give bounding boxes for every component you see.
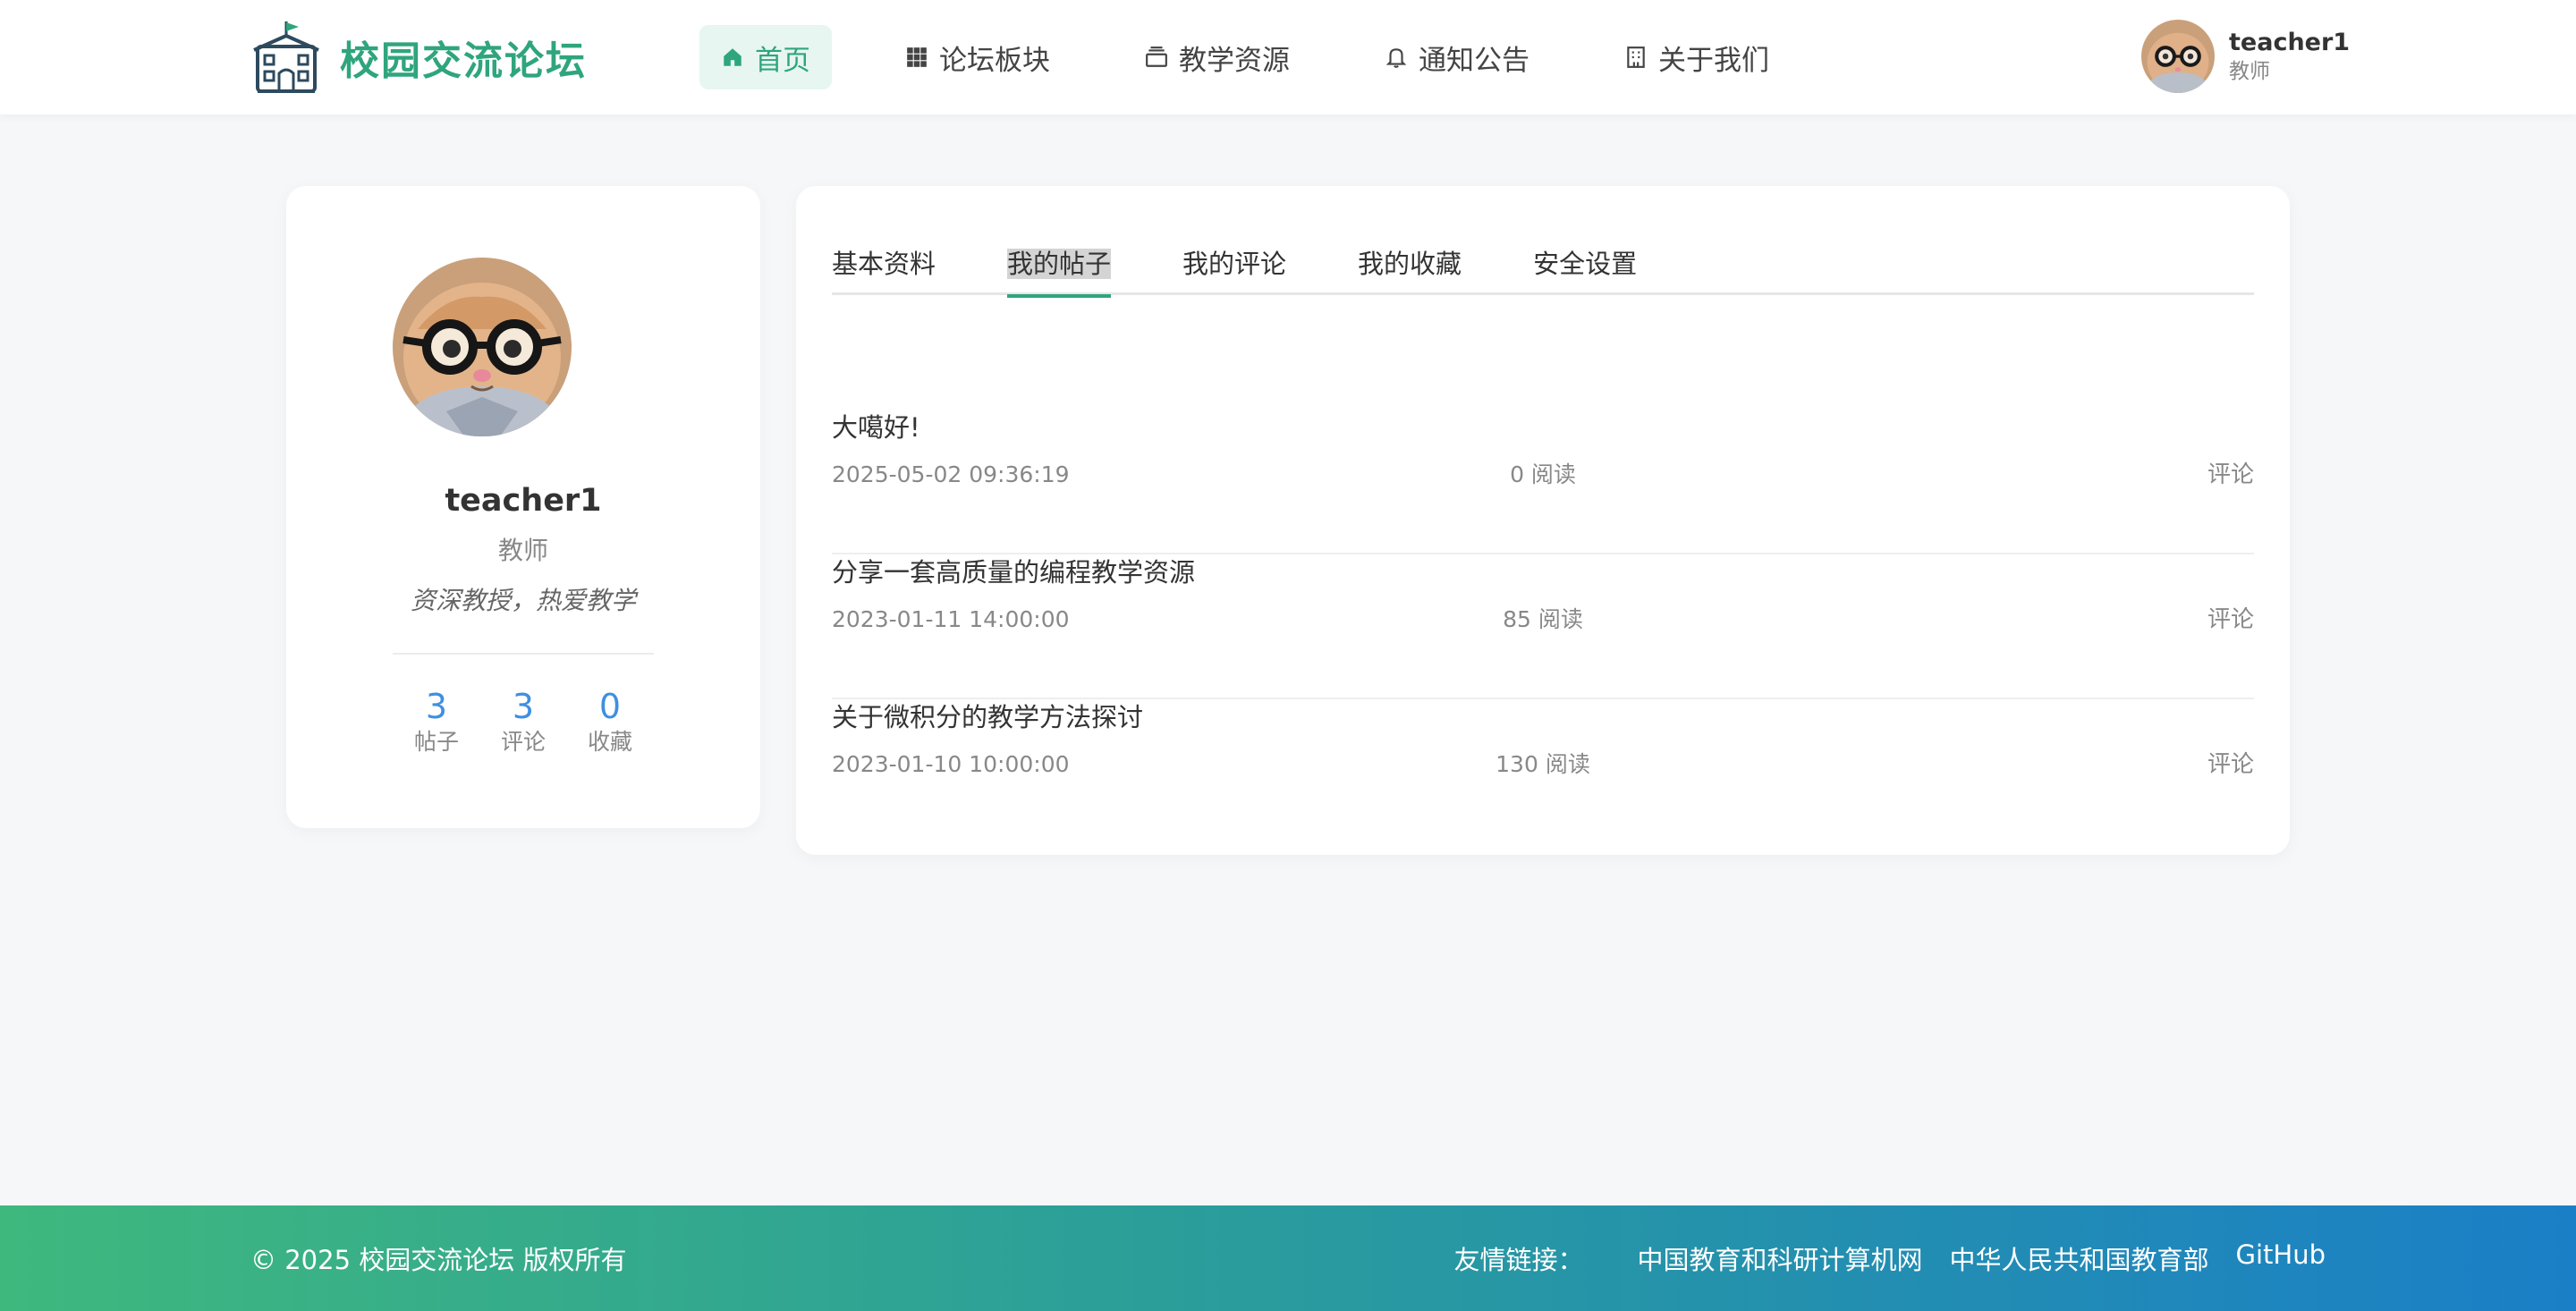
- stat-posts[interactable]: 3 帖子: [394, 687, 480, 758]
- post-views: 85 阅读: [1503, 606, 1583, 632]
- home-icon: [724, 48, 741, 66]
- profile-card: teacher1 教师 资深教授，热爱教学 3 帖子 3 评论 0 收藏: [286, 186, 760, 828]
- profile-bio: 资深教授，热爱教学: [410, 586, 636, 615]
- profile-stats: 3 帖子 3 评论 0 收藏: [286, 687, 760, 758]
- profile-avatar: [393, 258, 572, 436]
- post-title[interactable]: 大噶好!: [832, 410, 920, 445]
- site-logo[interactable]: 校园交流论坛: [250, 20, 587, 95]
- nav-about-us-label: 关于我们: [1658, 44, 1769, 77]
- nav-announcements-label: 通知公告: [1419, 44, 1530, 77]
- main-nav: 首页 论坛板块 教学资源 通知公告 关于我们: [699, 25, 1843, 89]
- post-item: 关于微积分的教学方法探讨 2023-01-10 10:00:00 130 阅读 …: [832, 699, 2254, 844]
- profile-tabs: 基本资料 我的帖子 我的评论 我的收藏 安全设置: [832, 236, 2254, 298]
- nav-about-us[interactable]: 关于我们: [1603, 25, 1791, 89]
- footer-link-github[interactable]: GitHub: [2236, 1239, 2326, 1277]
- profile-divider: [393, 653, 654, 655]
- nav-teaching-resources[interactable]: 教学资源: [1123, 25, 1311, 89]
- post-comment-link[interactable]: 评论: [2207, 749, 2254, 780]
- tab-my-comments[interactable]: 我的评论: [1182, 236, 1286, 295]
- tab-my-favorites-label: 我的收藏: [1358, 249, 1462, 279]
- nav-forum-sections-label: 论坛板块: [939, 44, 1050, 77]
- footer-copyright: © 2025 校园交流论坛 版权所有: [250, 1245, 627, 1275]
- top-header: 校园交流论坛 首页 论坛板块 教学资源 通知公告 关于我们 teacher1 教…: [0, 0, 2576, 114]
- bell-icon: [1385, 48, 1407, 68]
- nav-home[interactable]: 首页: [699, 25, 832, 89]
- nav-home-label: 首页: [755, 44, 810, 77]
- nav-forum-sections[interactable]: 论坛板块: [884, 25, 1072, 89]
- footer-link-cernet[interactable]: 中国教育和科研计算机网: [1637, 1239, 1922, 1277]
- stat-favorites[interactable]: 0 收藏: [567, 687, 654, 758]
- tab-basic-info-label: 基本资料: [832, 249, 936, 279]
- nav-teaching-resources-label: 教学资源: [1179, 44, 1290, 77]
- footer-links-label: 友情链接：: [1453, 1245, 1584, 1275]
- header-user-role: 教师: [2229, 60, 2270, 83]
- building-icon: [1627, 47, 1645, 68]
- page-footer: © 2025 校园交流论坛 版权所有 友情链接： 中国教育和科研计算机网 中华人…: [0, 1205, 2576, 1311]
- post-item: 分享一套高质量的编程教学资源 2023-01-11 14:00:00 85 阅读…: [832, 554, 2254, 699]
- user-avatar: [2141, 20, 2215, 93]
- stat-comments[interactable]: 3 评论: [480, 687, 567, 758]
- post-views: 130 阅读: [1496, 751, 1590, 777]
- layers-icon: [1146, 47, 1167, 67]
- post-comment-link[interactable]: 评论: [2207, 460, 2254, 490]
- nav-announcements[interactable]: 通知公告: [1363, 25, 1551, 89]
- footer-links: 友情链接： 中国教育和科研计算机网 中华人民共和国教育部 GitHub: [1453, 1239, 2326, 1277]
- post-comment-link[interactable]: 评论: [2207, 605, 2254, 635]
- tab-security-settings[interactable]: 安全设置: [1533, 236, 1637, 295]
- profile-username: teacher1: [445, 483, 602, 519]
- profile-role: 教师: [497, 536, 548, 565]
- tab-my-posts-label: 我的帖子: [1007, 249, 1112, 279]
- content-card: 基本资料 我的帖子 我的评论 我的收藏 安全设置 大噶好! 2025-05-02…: [796, 186, 2290, 855]
- stat-posts-value: 3: [425, 687, 448, 726]
- stat-favorites-value: 0: [598, 687, 622, 726]
- grid-icon: [907, 47, 927, 67]
- header-username: teacher1: [2229, 29, 2351, 56]
- site-title: 校园交流论坛: [340, 38, 587, 84]
- stat-posts-label: 帖子: [413, 729, 459, 755]
- post-title[interactable]: 关于微积分的教学方法探讨: [832, 699, 1143, 735]
- stat-favorites-label: 收藏: [587, 729, 632, 755]
- tab-security-settings-label: 安全设置: [1533, 249, 1638, 279]
- footer-link-moe[interactable]: 中华人民共和国教育部: [1949, 1239, 2208, 1277]
- tab-my-favorites[interactable]: 我的收藏: [1358, 236, 1462, 295]
- school-building-icon: [253, 21, 319, 93]
- post-title[interactable]: 分享一套高质量的编程教学资源: [832, 554, 1195, 590]
- tab-my-posts[interactable]: 我的帖子: [1007, 236, 1112, 298]
- tab-basic-info[interactable]: 基本资料: [832, 236, 936, 295]
- post-list: 大噶好! 2025-05-02 09:36:19 0 阅读 评论 分享一套高质量…: [832, 410, 2254, 844]
- tab-my-comments-label: 我的评论: [1182, 249, 1287, 279]
- user-menu[interactable]: teacher1 教师: [2141, 20, 2350, 93]
- post-item: 大噶好! 2025-05-02 09:36:19 0 阅读 评论: [832, 410, 2254, 554]
- post-views: 0 阅读: [1510, 461, 1576, 487]
- user-meta: teacher1 教师: [2229, 28, 2350, 85]
- stat-comments-value: 3: [512, 687, 535, 726]
- stat-comments-label: 评论: [500, 729, 546, 755]
